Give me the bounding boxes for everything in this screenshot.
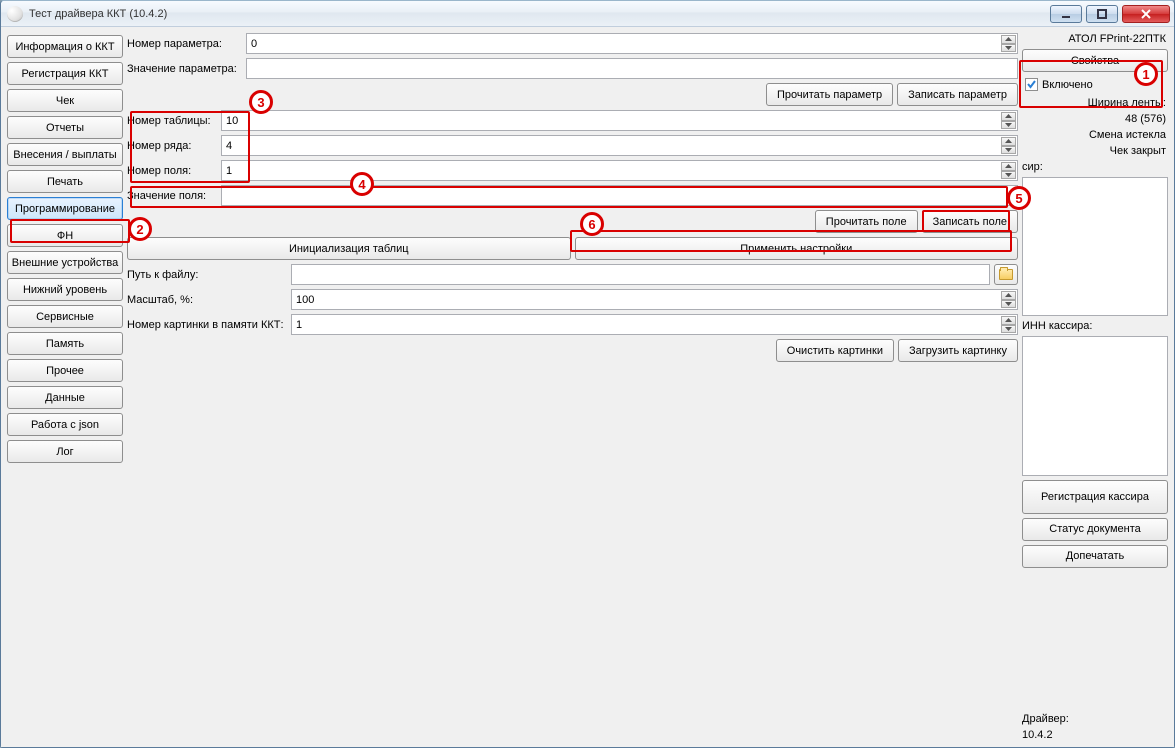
sidebar-item-data[interactable]: Данные	[7, 386, 123, 409]
field-number-input[interactable]: 1	[221, 160, 1018, 181]
scale-spinner[interactable]	[1001, 291, 1016, 308]
right-panel: АТОЛ FPrint-22ПТК Свойства Включено Шири…	[1022, 33, 1168, 741]
enabled-label: Включено	[1042, 79, 1093, 91]
driver-label: Драйвер:	[1022, 713, 1168, 725]
window-title: Тест драйвера ККТ (10.4.2)	[29, 8, 1044, 20]
read-field-button[interactable]: Прочитать поле	[815, 210, 918, 233]
window: Тест драйвера ККТ (10.4.2) Информация о …	[0, 0, 1175, 748]
row-number-spinner[interactable]	[1001, 137, 1016, 154]
table-number-spinner[interactable]	[1001, 112, 1016, 129]
field-number-label: Номер поля:	[127, 165, 217, 177]
sidebar-item-service[interactable]: Сервисные	[7, 305, 123, 328]
table-number-input[interactable]: 10	[221, 110, 1018, 131]
receipt-label: Чек закрыт	[1022, 145, 1168, 157]
file-path-input[interactable]	[291, 264, 990, 285]
sidebar-item-print[interactable]: Печать	[7, 170, 123, 193]
apply-settings-button[interactable]: Применить настройки	[575, 237, 1019, 260]
cashier-truncated-label: сир:	[1022, 161, 1168, 173]
app-icon	[7, 6, 23, 22]
tape-width-label: Ширина ленты:	[1022, 97, 1168, 109]
field-number-spinner[interactable]	[1001, 162, 1016, 179]
folder-icon	[999, 269, 1013, 280]
sidebar-item-fn[interactable]: ФН	[7, 224, 123, 247]
init-tables-button[interactable]: Инициализация таблиц	[127, 237, 571, 260]
device-name: АТОЛ FPrint-22ПТК	[1022, 33, 1168, 45]
maximize-button[interactable]	[1086, 5, 1118, 23]
file-path-label: Путь к файлу:	[127, 269, 287, 281]
param-number-spinner[interactable]	[1001, 35, 1016, 52]
sidebar-item-reports[interactable]: Отчеты	[7, 116, 123, 139]
write-param-button[interactable]: Записать параметр	[897, 83, 1018, 106]
client-area: Информация о ККТ Регистрация ККТ Чек Отч…	[1, 27, 1174, 747]
write-field-button[interactable]: Записать поле	[922, 210, 1018, 233]
sidebar-item-other[interactable]: Прочее	[7, 359, 123, 382]
pic-number-input[interactable]: 1	[291, 314, 1018, 335]
param-number-input[interactable]: 0	[246, 33, 1018, 54]
field-value-label: Значение поля:	[127, 190, 217, 202]
table-number-label: Номер таблицы:	[127, 115, 217, 127]
clear-pics-button[interactable]: Очистить картинки	[776, 339, 894, 362]
minimize-button[interactable]	[1050, 5, 1082, 23]
pic-number-spinner[interactable]	[1001, 316, 1016, 333]
row-number-label: Номер ряда:	[127, 140, 217, 152]
enabled-checkbox-row[interactable]: Включено	[1022, 76, 1168, 93]
session-label: Смена истекла	[1022, 129, 1168, 141]
param-value-label: Значение параметра:	[127, 63, 242, 75]
sidebar-item-info[interactable]: Информация о ККТ	[7, 35, 123, 58]
read-param-button[interactable]: Прочитать параметр	[766, 83, 893, 106]
tape-width-value: 48 (576)	[1022, 113, 1168, 125]
row-number-input[interactable]: 4	[221, 135, 1018, 156]
reprint-button[interactable]: Допечатать	[1022, 545, 1168, 568]
browse-button[interactable]	[994, 264, 1018, 285]
sidebar-item-registration[interactable]: Регистрация ККТ	[7, 62, 123, 85]
sidebar-item-receipt[interactable]: Чек	[7, 89, 123, 112]
sidebar-item-ext-devices[interactable]: Внешние устройства	[7, 251, 123, 274]
pic-number-label: Номер картинки в памяти ККТ:	[127, 319, 287, 331]
sidebar: Информация о ККТ Регистрация ККТ Чек Отч…	[7, 33, 123, 741]
field-value-input[interactable]	[221, 185, 1018, 206]
sidebar-item-cash[interactable]: Внесения / выплаты	[7, 143, 123, 166]
titlebar: Тест драйвера ККТ (10.4.2)	[1, 1, 1174, 27]
main-panel: Номер параметра: 0 Значение параметра: П…	[127, 33, 1018, 741]
sidebar-item-programming[interactable]: Программирование	[7, 197, 123, 220]
sidebar-item-low-level[interactable]: Нижний уровень	[7, 278, 123, 301]
driver-version: 10.4.2	[1022, 729, 1168, 741]
close-button[interactable]	[1122, 5, 1170, 23]
param-number-label: Номер параметра:	[127, 38, 242, 50]
sidebar-item-log[interactable]: Лог	[7, 440, 123, 463]
register-cashier-button[interactable]: Регистрация кассира	[1022, 480, 1168, 514]
scale-label: Масштаб, %:	[127, 294, 287, 306]
scale-input[interactable]: 100	[291, 289, 1018, 310]
properties-button[interactable]: Свойства	[1022, 49, 1168, 72]
param-value-input[interactable]	[246, 58, 1018, 79]
doc-status-button[interactable]: Статус документа	[1022, 518, 1168, 541]
cashier-inn-input[interactable]	[1022, 336, 1168, 475]
cashier-input[interactable]	[1022, 177, 1168, 316]
sidebar-item-memory[interactable]: Память	[7, 332, 123, 355]
cashier-inn-label: ИНН кассира:	[1022, 320, 1168, 332]
load-pic-button[interactable]: Загрузить картинку	[898, 339, 1018, 362]
sidebar-item-json[interactable]: Работа с json	[7, 413, 123, 436]
enabled-checkbox[interactable]	[1025, 78, 1038, 91]
